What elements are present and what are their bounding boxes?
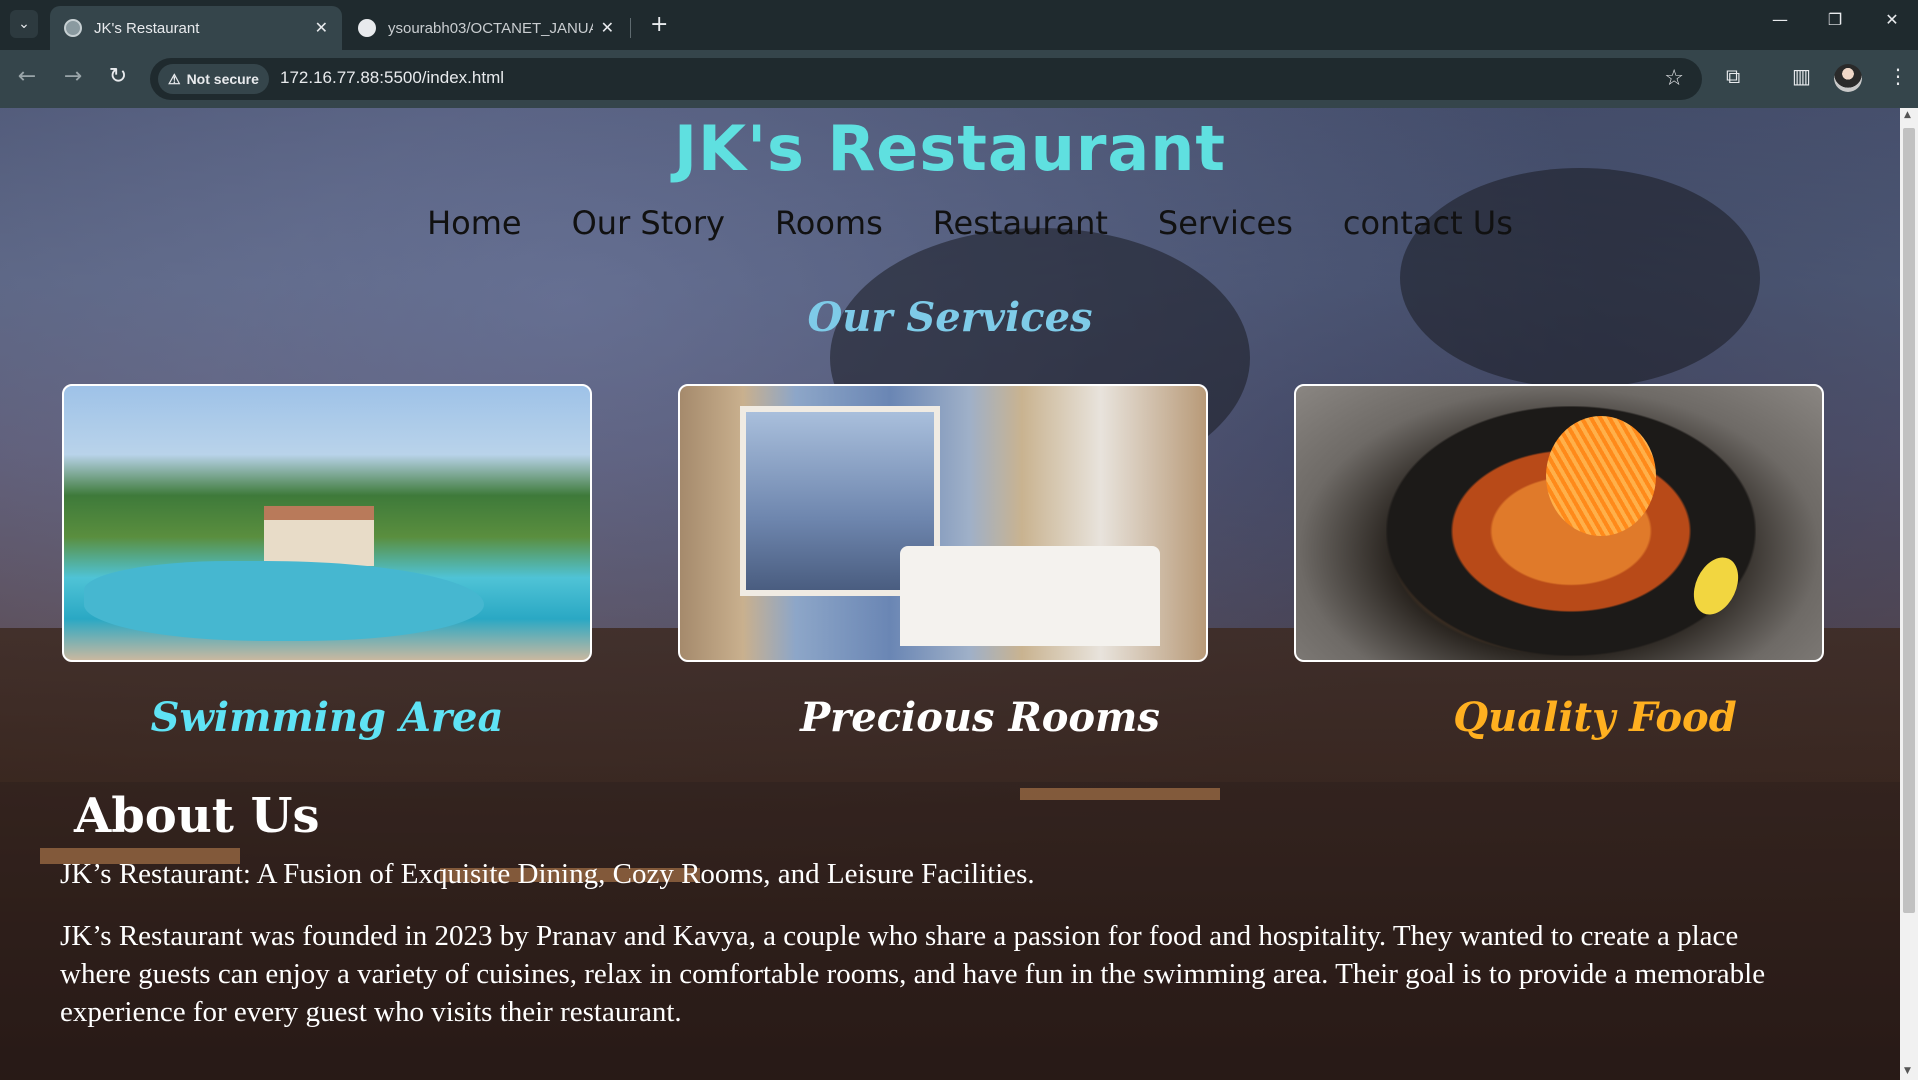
pool-gazebo [264,506,374,566]
close-tab-icon[interactable]: ✕ [601,18,614,38]
tab-jks-restaurant[interactable]: JK's Restaurant ✕ [50,6,342,50]
github-icon [358,19,376,37]
main-nav: Home Our Story Rooms Restaurant Services… [0,204,1900,242]
reload-icon[interactable]: ↻ [103,64,133,89]
minimize-icon[interactable]: — [1760,10,1800,29]
browser-tab-bar: ⌄ JK's Restaurant ✕ ysourabh03/OCTANET_J… [0,0,1918,50]
url-text[interactable]: 172.16.77.88:5500/index.html [280,68,504,88]
close-window-icon[interactable]: ✕ [1872,10,1912,29]
globe-icon [64,19,82,37]
security-label: Not secure [186,71,259,87]
about-heading: About Us [74,788,320,844]
bookmark-star-icon[interactable]: ☆ [1664,66,1684,91]
back-icon[interactable]: ← [12,64,42,89]
nav-our-story[interactable]: Our Story [572,204,725,242]
scroll-up-icon[interactable]: ▲ [1904,110,1914,120]
extensions-icon[interactable]: ⧉ [1726,64,1740,88]
tab-divider [630,18,631,38]
tab-github[interactable]: ysourabh03/OCTANET_JANUAR ✕ [344,6,628,50]
site-title: JK's Restaurant [673,112,1227,185]
page-scrollbar[interactable]: ▲ ▼ [1900,108,1918,1080]
scroll-thumb[interactable] [1903,128,1915,913]
about-section: About Us JK’s Restaurant: A Fusion of Ex… [0,782,1900,1080]
new-tab-icon[interactable]: + [650,12,668,37]
tab-title: ysourabh03/OCTANET_JANUAR [388,19,593,37]
profile-avatar[interactable] [1834,64,1862,92]
tab-title: JK's Restaurant [94,19,200,37]
restore-icon[interactable]: ❐ [1815,10,1855,29]
caption-quality-food: Quality Food [1453,694,1737,741]
nav-home[interactable]: Home [427,204,522,242]
nav-contact-us[interactable]: contact Us [1343,204,1513,242]
side-panel-icon[interactable]: ▥ [1792,64,1811,88]
address-bar[interactable]: ⚠ Not secure 172.16.77.88:5500/index.htm… [150,58,1702,100]
room-bed [900,546,1160,646]
about-story: JK’s Restaurant was founded in 2023 by P… [60,920,1766,1028]
palm-silhouette [1400,168,1760,388]
services-heading: Our Services [807,294,1093,341]
nav-services[interactable]: Services [1158,204,1293,242]
browser-toolbar: ← → ↻ ⚠ Not secure 172.16.77.88:5500/ind… [0,50,1918,108]
nav-restaurant[interactable]: Restaurant [933,204,1108,242]
caption-swimming-area: Swimming Area [150,694,504,741]
menu-kebab-icon[interactable]: ⋮ [1888,64,1908,88]
swimming-area-image [62,384,592,662]
nav-rooms[interactable]: Rooms [775,204,883,242]
tab-search-button[interactable]: ⌄ [10,10,38,38]
precious-rooms-image [678,384,1208,662]
scroll-down-icon[interactable]: ▼ [1904,1066,1914,1076]
security-indicator[interactable]: ⚠ Not secure [158,64,269,94]
forward-icon[interactable]: → [58,64,88,89]
close-tab-icon[interactable]: ✕ [315,18,328,38]
warning-icon: ⚠ [168,70,181,87]
food-carrot [1546,416,1656,536]
quality-food-image [1294,384,1824,662]
page-viewport: JK's Restaurant Home Our Story Rooms Res… [0,108,1900,1080]
pool-water [84,561,484,641]
caption-precious-rooms: Precious Rooms [800,694,1160,741]
about-tagline: JK’s Restaurant: A Fusion of Exquisite D… [60,858,1035,890]
